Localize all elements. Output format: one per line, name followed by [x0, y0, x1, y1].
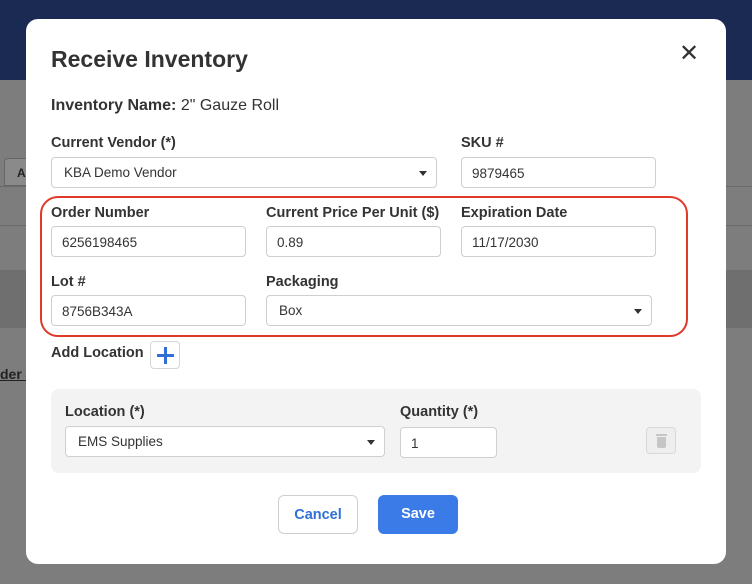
- location-value: EMS Supplies: [78, 434, 163, 449]
- expiration-date-input[interactable]: 11/17/2030: [461, 226, 656, 257]
- quantity-input[interactable]: 1: [400, 427, 497, 458]
- chevron-down-icon: [367, 440, 375, 445]
- lot-input[interactable]: 8756B343A: [51, 295, 246, 326]
- expiration-date-label: Expiration Date: [461, 205, 568, 221]
- location-label: Location (*): [65, 404, 145, 420]
- modal-title: Receive Inventory: [51, 46, 248, 72]
- packaging-label: Packaging: [266, 274, 339, 290]
- inventory-name: Inventory Name: 2" Gauze Roll: [51, 97, 279, 115]
- current-price-input[interactable]: 0.89: [266, 226, 441, 257]
- add-location-label: Add Location: [51, 345, 144, 361]
- current-price-label: Current Price Per Unit ($): [266, 205, 440, 221]
- inventory-name-value: 2" Gauze Roll: [180, 97, 279, 114]
- delete-location-button[interactable]: [646, 427, 676, 454]
- receive-inventory-modal: Receive Inventory ✕ Inventory Name: 2" G…: [26, 19, 726, 564]
- trash-icon: [656, 434, 667, 436]
- close-icon[interactable]: ✕: [677, 42, 701, 66]
- sku-label: SKU #: [461, 135, 504, 151]
- location-select[interactable]: EMS Supplies: [65, 426, 385, 457]
- current-vendor-value: KBA Demo Vendor: [64, 165, 177, 180]
- packaging-value: Box: [279, 303, 303, 318]
- lot-label: Lot #: [51, 274, 86, 290]
- add-location-button[interactable]: [150, 341, 180, 369]
- packaging-select[interactable]: Box: [266, 295, 652, 326]
- chevron-down-icon: [634, 309, 642, 314]
- order-number-input[interactable]: 6256198465: [51, 226, 246, 257]
- inventory-name-label: Inventory Name:: [51, 97, 177, 114]
- cancel-button[interactable]: Cancel: [278, 495, 358, 534]
- order-number-label: Order Number: [51, 205, 150, 221]
- chevron-down-icon: [419, 171, 427, 176]
- plus-icon-bar: [157, 354, 174, 357]
- current-vendor-label: Current Vendor (*): [51, 135, 176, 151]
- trash-icon-body: [657, 437, 666, 448]
- quantity-label: Quantity (*): [400, 404, 479, 420]
- save-button[interactable]: Save: [378, 495, 458, 534]
- sku-input[interactable]: 9879465: [461, 157, 656, 188]
- current-vendor-select[interactable]: KBA Demo Vendor: [51, 157, 437, 188]
